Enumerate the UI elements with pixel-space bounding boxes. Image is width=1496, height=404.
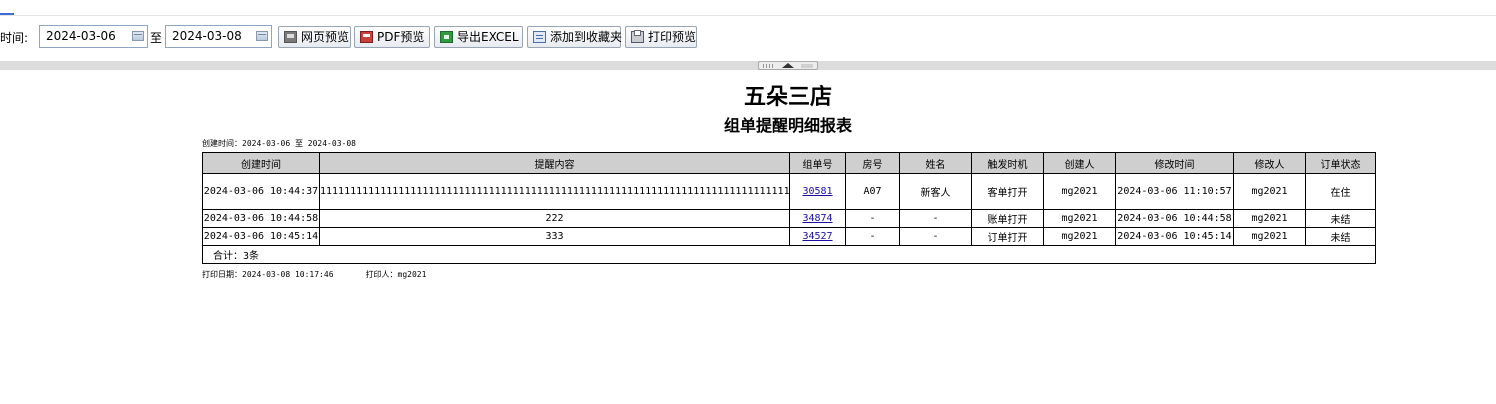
status-cell: 未结 [1305, 209, 1376, 228]
web-preview-label: 网页预览 [301, 30, 350, 44]
group-no-cell: 30581 [789, 173, 846, 210]
tab-indicator [0, 13, 14, 15]
modified-time-cell: 2024-03-06 10:45:14 [1115, 227, 1234, 246]
created-time-cell: 2024-03-06 10:44:37 [202, 173, 320, 210]
add-favorite-label: 添加到收藏夹 [550, 30, 623, 44]
query-toolbar: 时间: 2024-03-06 至 2024-03-08 网页预览 PDF预览 导… [0, 25, 1496, 50]
column-header: 修改人 [1233, 152, 1306, 174]
content-cell: 222 [319, 209, 790, 228]
calendar-icon[interactable] [256, 31, 268, 41]
web-preview-button[interactable]: 网页预览 [278, 26, 351, 48]
modifier-cell: mg2021 [1233, 227, 1306, 246]
column-header: 订单状态 [1305, 152, 1376, 174]
column-header: 姓名 [899, 152, 972, 174]
panel-splitter [0, 61, 1496, 70]
favorites-icon [533, 31, 546, 43]
column-header: 组单号 [789, 152, 846, 174]
pdf-preview-button[interactable]: PDF预览 [354, 26, 430, 48]
created-range: 创建时间：2024-03-06 至 2024-03-08 [202, 139, 356, 148]
column-header: 创建时间 [202, 152, 320, 174]
table-header-row: 创建时间 提醒内容 组单号 房号 姓名 触发时机 创建人 修改时间 修改人 订单… [202, 152, 1376, 174]
modifier-cell: mg2021 [1233, 173, 1306, 210]
content-cell: 333 [319, 227, 790, 246]
modifier-cell: mg2021 [1233, 209, 1306, 228]
printer-icon [631, 30, 644, 43]
printer-name: 打印人：mg2021 [365, 270, 427, 279]
creator-cell: mg2021 [1043, 173, 1116, 210]
trigger-cell: 账单打开 [971, 209, 1044, 228]
name-cell: - [899, 209, 972, 228]
start-date-value: 2024-03-06 [46, 29, 116, 43]
room-cell: - [845, 227, 900, 246]
room-cell: A07 [845, 173, 900, 210]
modified-time-cell: 2024-03-06 11:10:57 [1115, 173, 1234, 210]
status-cell: 在住 [1305, 173, 1376, 210]
group-no-link[interactable]: 34527 [802, 231, 832, 242]
column-header: 房号 [845, 152, 900, 174]
to-label: 至 [150, 31, 163, 45]
group-no-link[interactable]: 30581 [802, 186, 832, 197]
table-row: 2024-03-06 10:45:14 333 34527 - - 订单打开 m… [202, 227, 1376, 246]
creator-cell: mg2021 [1043, 209, 1116, 228]
web-preview-icon [284, 31, 297, 43]
group-no-cell: 34527 [789, 227, 846, 246]
group-no-link[interactable]: 34874 [802, 213, 832, 224]
name-cell: - [899, 227, 972, 246]
total-cell: 合计：3条 [202, 245, 1376, 264]
export-excel-button[interactable]: 导出EXCEL [434, 26, 523, 48]
trigger-cell: 订单打开 [971, 227, 1044, 246]
table-row: 2024-03-06 10:44:58 222 34874 - - 账单打开 m… [202, 209, 1376, 228]
time-label: 时间: [0, 31, 29, 45]
end-date-value: 2024-03-08 [172, 29, 242, 43]
column-header: 修改时间 [1115, 152, 1234, 174]
modified-time-cell: 2024-03-06 10:44:58 [1115, 209, 1234, 228]
column-header: 创建人 [1043, 152, 1116, 174]
column-header: 触发时机 [971, 152, 1044, 174]
total-row: 合计：3条 [202, 245, 1376, 264]
pdf-icon [360, 31, 373, 43]
column-header: 提醒内容 [319, 152, 790, 174]
export-excel-label: 导出EXCEL [457, 30, 519, 44]
add-favorite-button[interactable]: 添加到收藏夹 [527, 26, 623, 48]
print-date: 打印日期：2024-03-08 10:17:46 [202, 270, 334, 279]
creator-cell: mg2021 [1043, 227, 1116, 246]
report-table: 创建时间 提醒内容 组单号 房号 姓名 触发时机 创建人 修改时间 修改人 订单… [202, 152, 1376, 264]
status-cell: 未结 [1305, 227, 1376, 246]
report-footer: 打印日期：2024-03-08 10:17:46 打印人：mg2021 [202, 269, 426, 280]
created-time-cell: 2024-03-06 10:45:14 [202, 227, 320, 246]
name-cell: 新客人 [899, 173, 972, 210]
excel-icon [440, 31, 453, 43]
calendar-icon[interactable] [132, 31, 144, 41]
print-preview-button[interactable]: 打印预览 [625, 26, 697, 48]
report-title: 组单提醒明细报表 [723, 116, 852, 135]
table-row: 2024-03-06 10:44:37 11111111111111111111… [202, 173, 1376, 210]
store-name: 五朵三店 [743, 84, 832, 110]
room-cell: - [845, 209, 900, 228]
top-frame-strip [0, 0, 1496, 16]
collapse-toggle[interactable] [758, 61, 818, 70]
print-preview-label: 打印预览 [648, 30, 697, 44]
pdf-preview-label: PDF预览 [377, 30, 425, 44]
end-date-input[interactable]: 2024-03-08 [165, 25, 272, 48]
content-cell: 1111111111111111111111111111111111111111… [319, 173, 790, 210]
start-date-input[interactable]: 2024-03-06 [39, 25, 148, 48]
trigger-cell: 客单打开 [971, 173, 1044, 210]
created-time-cell: 2024-03-06 10:44:58 [202, 209, 320, 228]
group-no-cell: 34874 [789, 209, 846, 228]
